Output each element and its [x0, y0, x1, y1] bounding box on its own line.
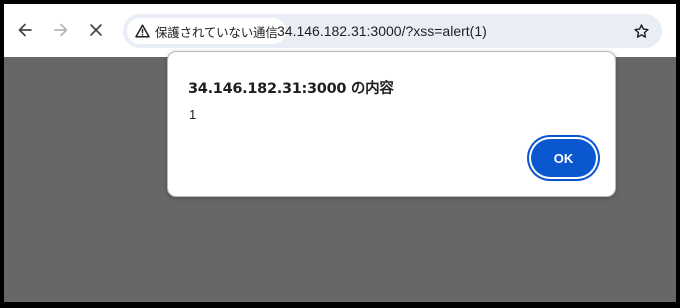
- browser-window: 保護されていない通信 34.146.182.31:3000/?xss=alert…: [4, 4, 676, 302]
- back-button[interactable]: [10, 15, 40, 45]
- warning-triangle-icon: [135, 24, 150, 38]
- address-bar[interactable]: 保護されていない通信 34.146.182.31:3000/?xss=alert…: [123, 14, 662, 48]
- forward-button[interactable]: [46, 15, 76, 45]
- security-indicator-chip[interactable]: 保護されていない通信: [127, 18, 286, 44]
- stop-loading-button[interactable]: [81, 15, 111, 45]
- security-label: 保護されていない通信: [155, 24, 278, 40]
- dialog-title: 34.146.182.31:3000 の内容: [188, 81, 394, 97]
- dialog-message: 1: [189, 107, 197, 122]
- url-text[interactable]: 34.146.182.31:3000/?xss=alert(1): [277, 23, 487, 39]
- star-icon: [633, 23, 649, 38]
- arrow-right-icon: [54, 23, 68, 37]
- alert-dialog: 34.146.182.31:3000 の内容 1 OK: [167, 51, 616, 197]
- browser-toolbar: 保護されていない通信 34.146.182.31:3000/?xss=alert…: [4, 4, 676, 57]
- arrow-left-icon: [18, 23, 32, 37]
- close-icon: [90, 24, 102, 36]
- bookmark-button[interactable]: [628, 18, 654, 44]
- ok-button[interactable]: OK: [531, 139, 596, 177]
